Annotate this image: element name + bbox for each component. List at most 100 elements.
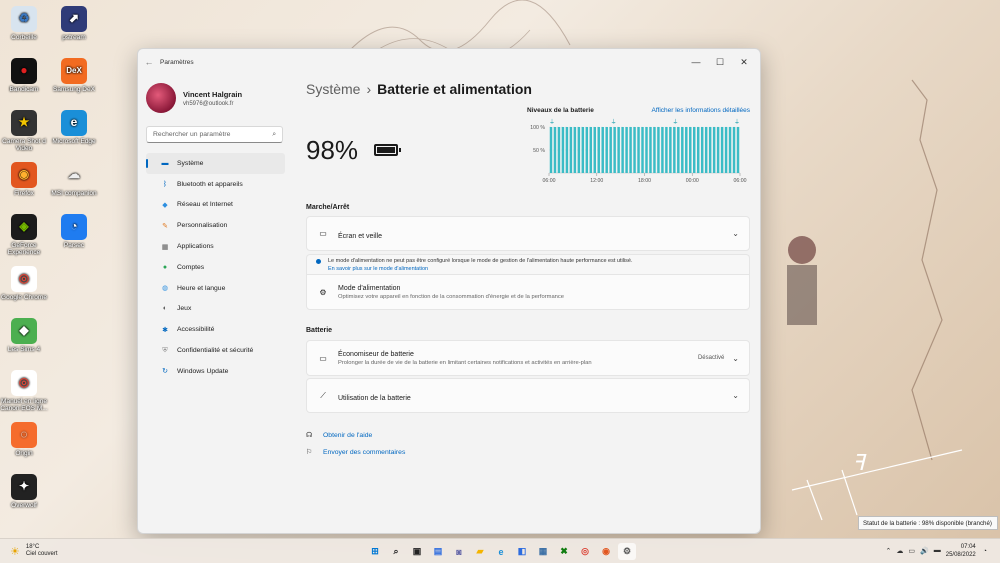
tray-overflow-icon[interactable]: ⌃ [886,547,892,555]
maximize-button[interactable]: ☐ [708,57,732,68]
desktop-app-icon: ⬈ [61,6,87,32]
chevron-down-icon[interactable]: ⌄ [732,354,739,363]
get-help-link[interactable]: ☊ Obtenir de l'aide [306,431,372,440]
desktop-icon[interactable]: ⬈ pstream [50,6,98,41]
power-mode-learn-more-link[interactable]: En savoir plus sur le mode d'alimentatio… [328,266,740,272]
battery-bar [581,127,585,173]
desktop-icon[interactable]: ◎ Google Chrome [0,266,48,301]
weather-desc: Ciel couvert [25,551,58,558]
settings-window: ← Paramètres — ☐ ✕ Vincent Halgrain vh59… [137,48,761,534]
clock[interactable]: 07:04 25/08/2022 [946,543,976,559]
taskbar-chrome-icon[interactable]: ◎ [576,543,594,560]
battery-bar [661,127,664,173]
battery-bar [553,127,557,173]
desktop-icon[interactable]: ◆ Les Sims 4 [0,318,48,353]
detailed-info-link[interactable]: Afficher les informations détaillées [651,107,750,114]
feedback-link[interactable]: ⚐ Envoyer des commentaires [306,448,405,457]
window-title: Paramètres [160,58,194,66]
battery-bar [569,127,573,173]
desktop-icon-label: Origin [15,450,33,457]
x-tick-label: 00:00 [686,178,699,184]
battery-bar [613,127,616,173]
search-input[interactable]: Rechercher un paramètre ⌕ [146,126,283,143]
battery-bar [716,127,720,173]
sidebar-item-accessibilit-[interactable]: ✱ Accessibilité [146,319,285,340]
battery-icon [374,144,401,156]
clock-time: 07:04 [960,544,976,550]
nav-icon: ◆ [162,201,168,209]
sidebar-item-syst-me[interactable]: ▬ Système [146,153,285,174]
onedrive-icon[interactable]: ☁ [896,547,903,555]
taskbar-xbox-icon[interactable]: ✖ [555,543,573,560]
desktop-icon[interactable]: ♻ Corbeille [0,6,48,41]
minimize-button[interactable]: — [684,57,708,67]
taskbar-screen-icon[interactable]: ▦ [534,543,552,560]
close-button[interactable]: ✕ [732,57,756,68]
taskbar-start-icon[interactable]: ⊞ [366,543,384,560]
battery-saver-card[interactable]: ▭ Économiseur de batterie Prolonger la d… [306,340,750,376]
taskbar-chat-icon[interactable]: ◙ [450,543,468,560]
notification-icon[interactable]: ◔ [983,548,987,555]
breadcrumb-parent[interactable]: Système [306,81,360,97]
battery-tooltip: Statut de la batterie : 98% disponible (… [858,516,998,530]
back-arrow-icon[interactable]: ← [138,57,160,67]
taskbar-explorer-icon[interactable]: ▰ [471,543,489,560]
screen-sleep-card[interactable]: ▭ Écran et veille ⌄ [306,216,750,251]
taskbar-widgets-icon[interactable]: ▤ [429,543,447,560]
desktop-app-icon: ◌ [11,422,37,448]
sidebar-item-heure-et-langue[interactable]: ◍ Heure et langue [146,278,285,299]
taskbar-settings-icon[interactable]: ⚙ [618,543,636,560]
desktop-icon[interactable]: DeX Samsung DeX [50,58,98,93]
taskbar-firefox-icon[interactable]: ◉ [597,543,615,560]
battery-heading: Batterie [306,327,333,334]
battery-tray-icon[interactable]: ▬ [934,547,941,555]
sidebar-item-r-seau-et-internet[interactable]: ◆ Réseau et Internet [146,195,285,216]
desktop-icon[interactable]: ◎ Manuel en ligne Canon EOS M... [0,370,48,413]
power-mode-notice: Le mode d'alimentation ne peut pas être … [306,254,750,275]
desktop-icon[interactable]: ◌ Origin [0,422,48,457]
sidebar-item-bluetooth-et-appareils[interactable]: ᛒ Bluetooth et appareils [146,174,285,195]
desktop-icon[interactable]: ✦ Overwolf [0,474,48,509]
battery-bar [689,127,692,173]
battery-bar [557,127,561,173]
desktop-icon[interactable]: e Microsoft Edge [50,110,98,145]
power-mode-card[interactable]: ⚙ Mode d'alimentation Optimisez votre ap… [306,274,750,310]
user-profile[interactable]: Vincent Halgrain vh5976@outlook.fr [146,78,293,118]
sidebar-item-label: Heure et langue [177,284,226,292]
taskbar-edge-icon[interactable]: e [492,543,510,560]
screen-sleep-label: Écran et veille [338,232,382,240]
clock-date: 25/08/2022 [945,552,976,559]
search-placeholder: Rechercher un paramètre [153,131,231,138]
taskbar-search-icon[interactable]: ⌕ [387,543,405,560]
desktop-icon[interactable]: ● Bandicam [0,58,48,93]
desktop-icon-label: Google Chrome [1,294,47,301]
desktop-icon[interactable]: ☁ MSI companion [50,162,98,197]
breadcrumb: Système › Batterie et alimentation [306,81,748,101]
desktop-icon[interactable]: ◉ Firefox [0,162,48,197]
sidebar-item-confidentialit-et-s-curit-[interactable]: ⛨ Confidentialité et sécurité [146,340,285,361]
battery-usage-card[interactable]: ⟋ Utilisation de la batterie ⌄ [306,378,750,413]
sidebar-item-comptes[interactable]: ● Comptes [146,257,285,278]
volume-icon[interactable]: 🔊 [920,547,929,555]
profile-name: Vincent Halgrain [183,89,243,99]
x-tick-label: 06:00 [734,178,747,184]
weather-widget[interactable]: ☀ 18°C Ciel couvert [10,544,58,558]
nav-icon: ◐ [162,305,168,313]
taskbar-store-icon[interactable]: ◧ [513,543,531,560]
taskbar-task-view-icon[interactable]: ▣ [408,543,426,560]
feedback-icon: ⚐ [306,449,313,456]
desktop-icon-label: Manuel en ligne Canon EOS M... [0,398,48,413]
sidebar-item-applications[interactable]: ▦ Applications [146,236,285,257]
chevron-down-icon[interactable]: ⌄ [732,229,739,238]
sidebar-item-jeux[interactable]: ◐ Jeux [146,299,285,320]
sidebar-item-personnalisation[interactable]: ✎ Personnalisation [146,215,285,236]
power-mode-icon: ⚙ [319,287,327,297]
info-dot-icon [316,258,321,264]
display-icon[interactable]: ▭ [908,547,915,555]
desktop-icon[interactable]: ◈ GeForce Experience [0,214,48,257]
sidebar-item-windows-update[interactable]: ↻ Windows Update [146,361,285,382]
desktop-icon[interactable]: ★ Camera Shot d Video [0,110,48,153]
battery-bar [653,127,656,173]
desktop-icon[interactable]: ◔ Parsec [50,214,98,249]
chevron-down-icon[interactable]: ⌄ [732,391,739,400]
